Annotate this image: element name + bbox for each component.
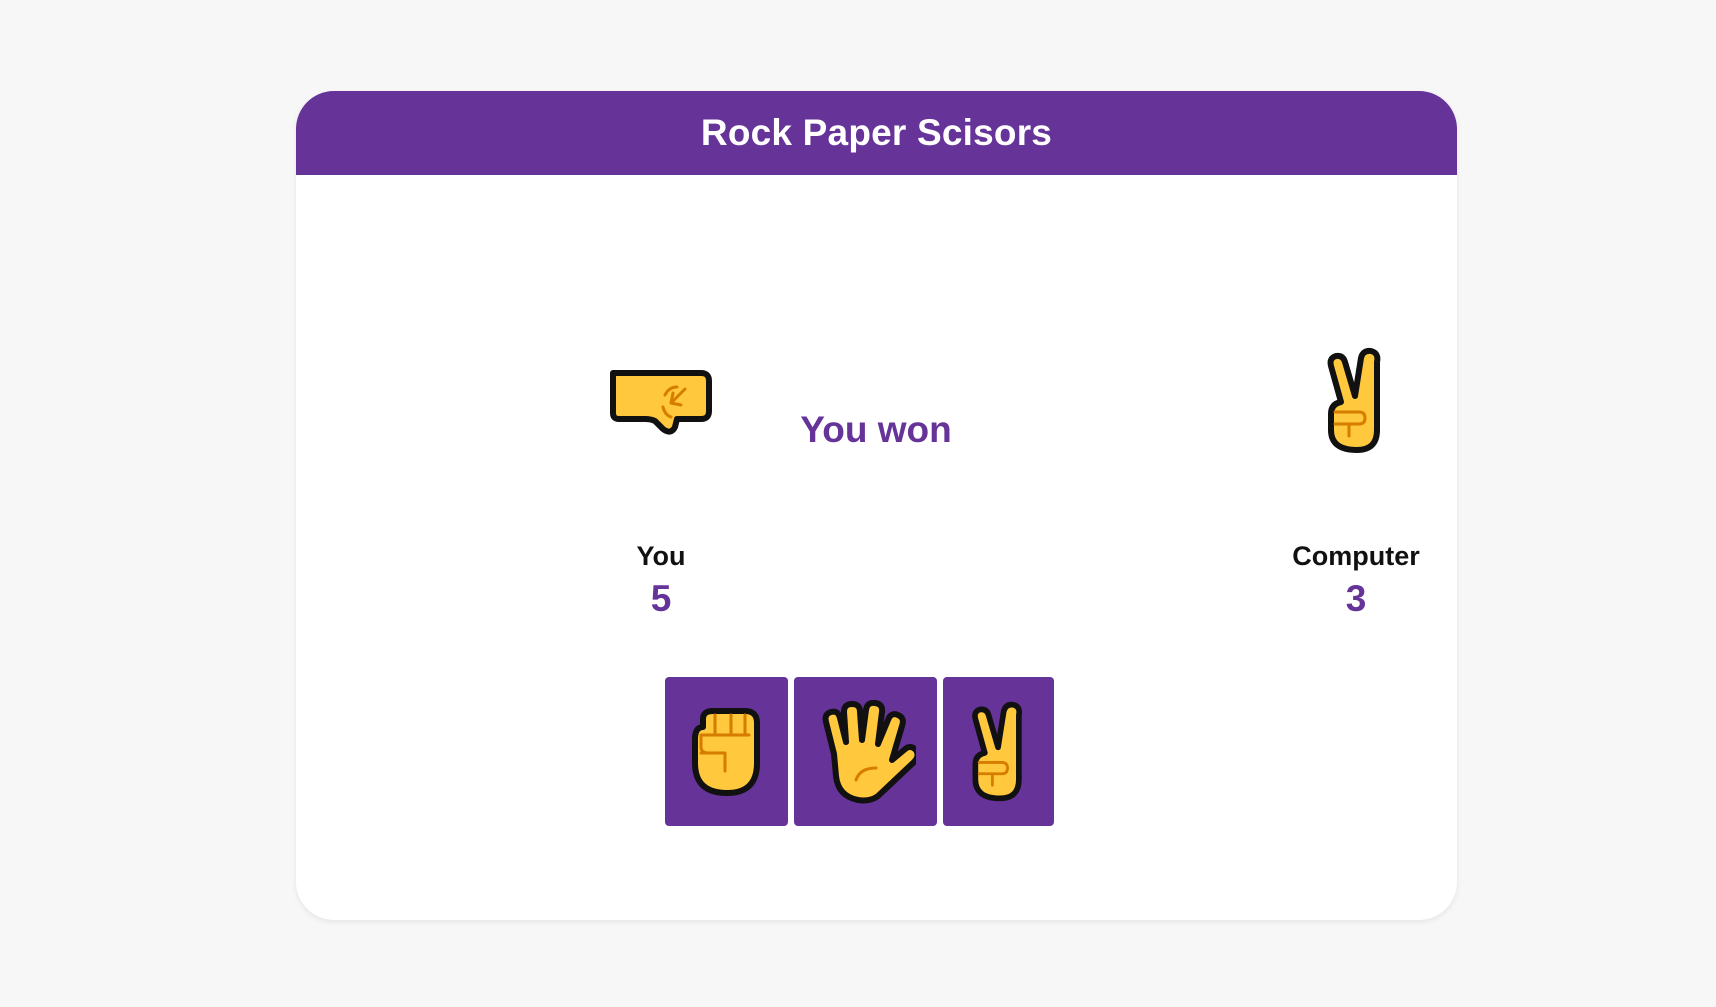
rock-button[interactable]: [665, 677, 788, 826]
page-title: Rock Paper Scisors: [700, 112, 1053, 153]
computer-hand: [1206, 341, 1457, 461]
raised-hand-icon: [816, 699, 916, 804]
victory-hand-icon: [1321, 346, 1391, 456]
computer-score: 3: [1345, 578, 1367, 619]
scissors-button[interactable]: [943, 677, 1054, 826]
victory-hand-icon: [964, 700, 1034, 804]
player-score: 5: [650, 578, 672, 619]
player-panel: You 5: [511, 341, 811, 620]
header-bar: Rock Paper Scisors: [296, 91, 1457, 175]
result-text: You won: [800, 409, 952, 450]
computer-name: Computer: [1292, 541, 1420, 571]
computer-panel: Computer 3: [1206, 341, 1457, 620]
player-name: You: [636, 541, 686, 571]
game-card: Rock Paper Scisors You 5 You won Compute…: [296, 91, 1457, 920]
paper-button[interactable]: [794, 677, 937, 826]
raised-fist-icon: [687, 705, 767, 799]
